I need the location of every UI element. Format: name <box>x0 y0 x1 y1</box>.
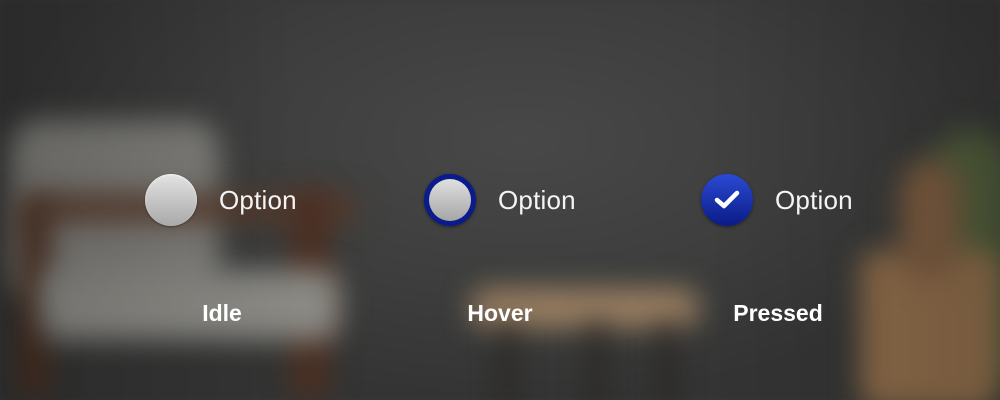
radio-inner-circle <box>429 179 471 221</box>
state-caption-hover: Hover <box>467 300 533 326</box>
radio-button-idle[interactable] <box>145 174 197 226</box>
radio-label[interactable]: Option <box>219 185 297 216</box>
radio-option-hover[interactable]: Option <box>424 174 576 226</box>
radio-label[interactable]: Option <box>498 185 576 216</box>
radio-button-hover[interactable] <box>424 174 476 226</box>
radio-button-pressed[interactable] <box>701 174 753 226</box>
radio-label[interactable]: Option <box>775 185 853 216</box>
checkmark-icon <box>714 190 740 209</box>
state-caption-pressed: Pressed <box>733 300 823 326</box>
radio-option-pressed[interactable]: Option <box>701 174 853 226</box>
radio-option-idle[interactable]: Option <box>145 174 297 226</box>
state-caption-idle: Idle <box>202 300 242 326</box>
